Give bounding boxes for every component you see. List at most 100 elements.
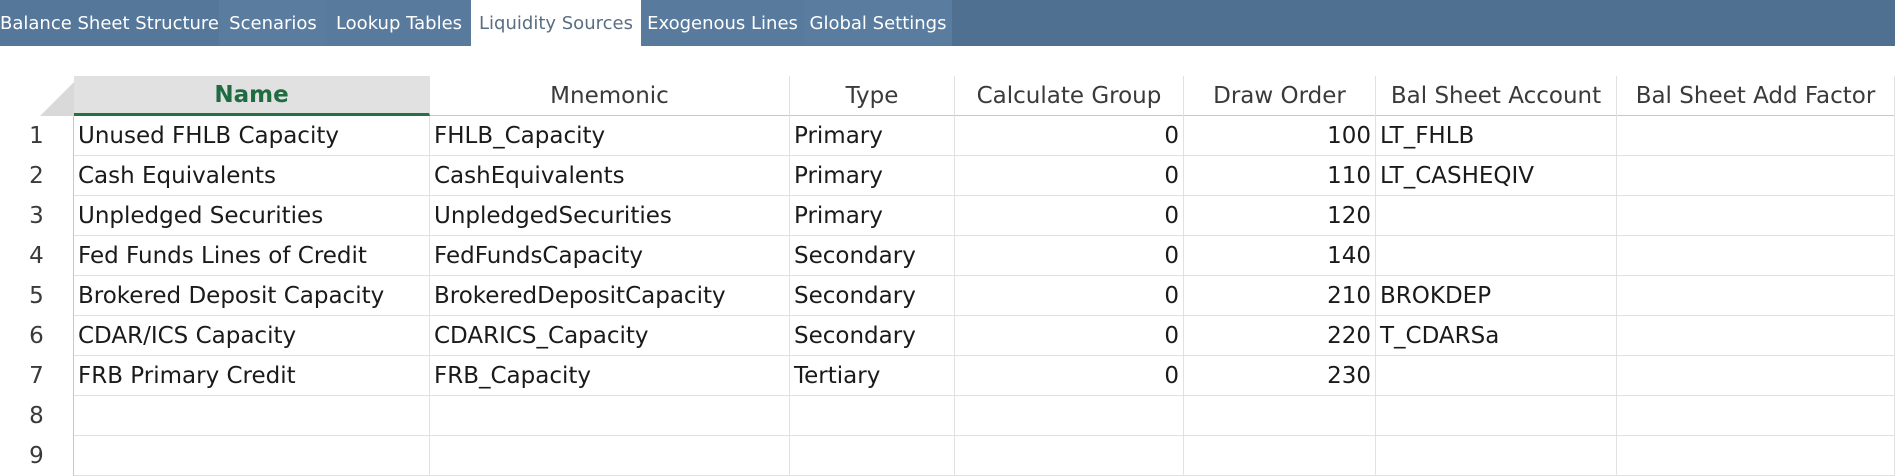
spreadsheet-grid: Name Mnemonic Type Calculate Group Draw … [0,76,1895,476]
cell-bal-sheet-add-factor[interactable] [1617,356,1895,396]
cell-mnemonic[interactable]: FedFundsCapacity [430,236,790,276]
tab-lookup-tables[interactable]: Lookup Tables [327,0,471,46]
cell-calculate-group[interactable]: 0 [955,316,1184,356]
cell-bal-sheet-add-factor[interactable] [1617,116,1895,156]
cell-type[interactable]: Primary [790,116,955,156]
tab-global-settings[interactable]: Global Settings [804,0,952,46]
row-number[interactable]: 1 [0,116,74,156]
cell-name[interactable] [74,396,430,436]
tab-balance-sheet-structure[interactable]: Balance Sheet Structure [0,0,219,46]
cell-bal-sheet-account[interactable]: LT_FHLB [1376,116,1617,156]
cell-calculate-group[interactable]: 0 [955,356,1184,396]
cell-calculate-group[interactable]: 0 [955,156,1184,196]
table-row: 9 [0,436,1895,476]
cell-bal-sheet-account[interactable]: T_CDARSa [1376,316,1617,356]
cell-draw-order[interactable]: 100 [1184,116,1376,156]
cell-mnemonic[interactable]: CashEquivalents [430,156,790,196]
cell-type[interactable]: Primary [790,156,955,196]
table-row: 5 Brokered Deposit Capacity BrokeredDepo… [0,276,1895,316]
table-row: 2 Cash Equivalents CashEquivalents Prima… [0,156,1895,196]
cell-type[interactable]: Secondary [790,276,955,316]
column-header-mnemonic[interactable]: Mnemonic [430,76,790,116]
cell-mnemonic[interactable]: CDARICS_Capacity [430,316,790,356]
cell-bal-sheet-add-factor[interactable] [1617,436,1895,476]
cell-bal-sheet-add-factor[interactable] [1617,236,1895,276]
cell-mnemonic[interactable]: FHLB_Capacity [430,116,790,156]
cell-draw-order[interactable]: 210 [1184,276,1376,316]
cell-calculate-group[interactable] [955,396,1184,436]
cell-bal-sheet-account[interactable] [1376,396,1617,436]
cell-name[interactable]: Brokered Deposit Capacity [74,276,430,316]
table-row: 1 Unused FHLB Capacity FHLB_Capacity Pri… [0,116,1895,156]
grid-rows: 1 Unused FHLB Capacity FHLB_Capacity Pri… [0,116,1895,476]
cell-name[interactable]: Fed Funds Lines of Credit [74,236,430,276]
column-header-name[interactable]: Name [74,76,430,116]
cell-draw-order[interactable] [1184,436,1376,476]
cell-type[interactable] [790,436,955,476]
row-number[interactable]: 5 [0,276,74,316]
table-row: 3 Unpledged Securities UnpledgedSecuriti… [0,196,1895,236]
cell-type[interactable]: Primary [790,196,955,236]
row-number[interactable]: 7 [0,356,74,396]
table-row: 6 CDAR/ICS Capacity CDARICS_Capacity Sec… [0,316,1895,356]
cell-bal-sheet-account[interactable]: LT_CASHEQIV [1376,156,1617,196]
cell-name[interactable]: Unpledged Securities [74,196,430,236]
cell-calculate-group[interactable]: 0 [955,276,1184,316]
table-row: 7 FRB Primary Credit FRB_Capacity Tertia… [0,356,1895,396]
cell-bal-sheet-account[interactable] [1376,236,1617,276]
cell-name[interactable] [74,436,430,476]
table-row: 4 Fed Funds Lines of Credit FedFundsCapa… [0,236,1895,276]
cell-calculate-group[interactable]: 0 [955,196,1184,236]
tab-exogenous-lines[interactable]: Exogenous Lines [641,0,804,46]
cell-name[interactable]: Unused FHLB Capacity [74,116,430,156]
select-all-triangle-icon [40,82,74,116]
row-number[interactable]: 3 [0,196,74,236]
row-number[interactable]: 9 [0,436,74,476]
cell-calculate-group[interactable]: 0 [955,116,1184,156]
cell-mnemonic[interactable] [430,436,790,476]
cell-bal-sheet-account[interactable] [1376,196,1617,236]
cell-draw-order[interactable]: 220 [1184,316,1376,356]
cell-name[interactable]: CDAR/ICS Capacity [74,316,430,356]
tab-scenarios[interactable]: Scenarios [219,0,327,46]
cell-mnemonic[interactable]: UnpledgedSecurities [430,196,790,236]
column-header-type[interactable]: Type [790,76,955,116]
cell-bal-sheet-account[interactable] [1376,436,1617,476]
select-all-corner[interactable] [0,76,74,116]
cell-type[interactable]: Secondary [790,236,955,276]
cell-draw-order[interactable]: 140 [1184,236,1376,276]
cell-bal-sheet-account[interactable] [1376,356,1617,396]
cell-draw-order[interactable]: 230 [1184,356,1376,396]
cell-bal-sheet-add-factor[interactable] [1617,196,1895,236]
cell-bal-sheet-add-factor[interactable] [1617,396,1895,436]
tab-bar: Balance Sheet Structure Scenarios Lookup… [0,0,1895,46]
cell-type[interactable]: Secondary [790,316,955,356]
column-header-draw-order[interactable]: Draw Order [1184,76,1376,116]
cell-mnemonic[interactable]: BrokeredDepositCapacity [430,276,790,316]
cell-draw-order[interactable] [1184,396,1376,436]
row-number[interactable]: 8 [0,396,74,436]
cell-name[interactable]: Cash Equivalents [74,156,430,196]
tab-liquidity-sources[interactable]: Liquidity Sources [471,0,641,46]
row-number[interactable]: 2 [0,156,74,196]
column-header-bal-sheet-add-factor[interactable]: Bal Sheet Add Factor [1617,76,1895,116]
cell-draw-order[interactable]: 110 [1184,156,1376,196]
cell-name[interactable]: FRB Primary Credit [74,356,430,396]
cell-bal-sheet-add-factor[interactable] [1617,276,1895,316]
table-row: 8 [0,396,1895,436]
column-header-calculate-group[interactable]: Calculate Group [955,76,1184,116]
cell-bal-sheet-add-factor[interactable] [1617,156,1895,196]
cell-type[interactable]: Tertiary [790,356,955,396]
cell-calculate-group[interactable] [955,436,1184,476]
cell-bal-sheet-add-factor[interactable] [1617,316,1895,356]
cell-bal-sheet-account[interactable]: BROKDEP [1376,276,1617,316]
cell-mnemonic[interactable]: FRB_Capacity [430,356,790,396]
column-header-bal-sheet-account[interactable]: Bal Sheet Account [1376,76,1617,116]
row-number[interactable]: 6 [0,316,74,356]
cell-type[interactable] [790,396,955,436]
column-header-row: Name Mnemonic Type Calculate Group Draw … [74,76,1895,116]
cell-calculate-group[interactable]: 0 [955,236,1184,276]
row-number[interactable]: 4 [0,236,74,276]
cell-draw-order[interactable]: 120 [1184,196,1376,236]
cell-mnemonic[interactable] [430,396,790,436]
